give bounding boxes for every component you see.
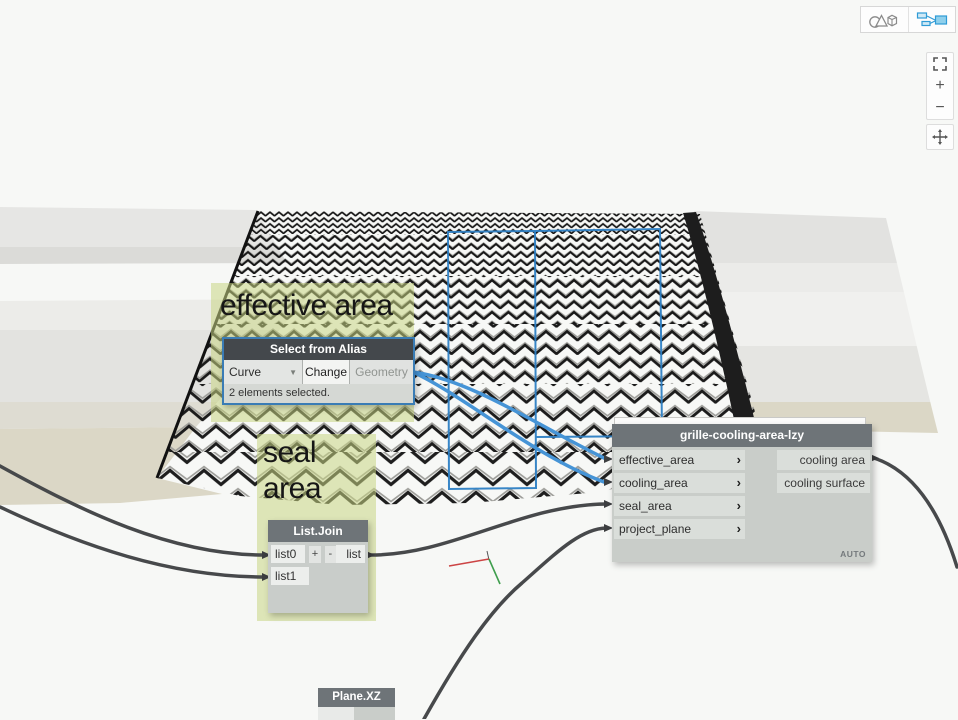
add-input-button[interactable]: + <box>309 545 321 563</box>
change-button[interactable]: Change <box>303 360 350 384</box>
node-title[interactable]: Select from Alias <box>224 339 413 360</box>
port-arrow-icon: › <box>736 452 741 467</box>
port-arrow-icon: › <box>736 475 741 490</box>
zoom-in-button[interactable]: + <box>927 75 953 97</box>
node-plane-xz[interactable]: Plane.XZ <box>318 688 395 720</box>
output-port-cooling-surface[interactable]: cooling surface <box>777 473 870 493</box>
zoom-fit-icon <box>933 57 947 71</box>
input-port-seal-area[interactable]: seal_area › <box>614 496 745 516</box>
graph-view-button-active[interactable] <box>907 7 956 32</box>
node-grille-cooling-area-lzy[interactable]: grille-cooling-area-lzy effective_area ›… <box>612 424 872 562</box>
pan-icon <box>932 129 948 145</box>
selection-status: 2 elements selected. <box>224 384 413 403</box>
input-port[interactable] <box>318 707 354 720</box>
geometry-button-disabled[interactable]: Geometry <box>350 360 413 384</box>
graph-icon <box>916 12 947 27</box>
port-arrow-icon: › <box>736 498 741 513</box>
input-port-effective-area[interactable]: effective_area › <box>614 450 745 470</box>
geometry-icon <box>869 13 898 28</box>
zoom-out-button[interactable]: − <box>927 97 953 119</box>
node-title[interactable]: Plane.XZ <box>318 688 395 707</box>
dropdown-value: Curve <box>229 365 262 379</box>
zoom-controls: + − <box>926 52 954 120</box>
geometry-view-button[interactable] <box>861 7 908 32</box>
chevron-down-icon: ▼ <box>289 367 297 377</box>
node-title[interactable]: grille-cooling-area-lzy <box>612 424 872 447</box>
input-port-project-plane[interactable]: project_plane › <box>614 519 745 539</box>
lacing-mode-badge[interactable]: AUTO <box>840 549 866 559</box>
zoom-fit-button[interactable] <box>927 53 953 75</box>
pan-button[interactable] <box>926 124 954 150</box>
type-dropdown[interactable]: Curve ▼ <box>224 360 303 384</box>
input-port-list0[interactable]: list0 <box>271 545 306 563</box>
view-switch-toolbar <box>860 6 956 33</box>
input-port-list1[interactable]: list1 <box>271 567 309 585</box>
output-port-cooling-area[interactable]: cooling area <box>777 450 870 470</box>
node-title[interactable]: List.Join <box>268 520 368 542</box>
output-port-list[interactable]: list <box>336 545 365 563</box>
input-port-cooling-area[interactable]: cooling_area › <box>614 473 745 493</box>
remove-input-button[interactable]: - <box>324 545 336 563</box>
node-list-join[interactable]: List.Join list0 + - list list1 <box>268 520 368 613</box>
port-arrow-icon: › <box>736 521 741 536</box>
node-select-from-alias[interactable]: Select from Alias Curve ▼ Change Geometr… <box>222 337 415 405</box>
